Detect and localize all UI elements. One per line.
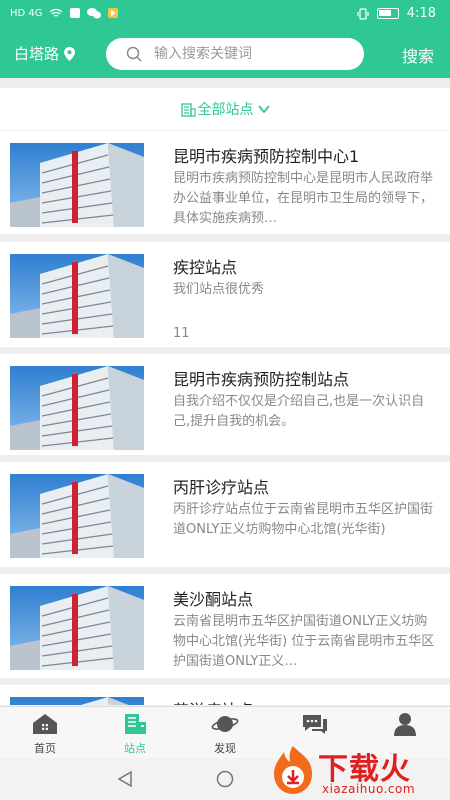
station-thumbnail <box>10 586 144 670</box>
station-card[interactable]: 疾控站点 我们站点很优秀 11 <box>0 242 450 347</box>
station-thumbnail <box>10 143 144 227</box>
tab-label: 发现 <box>214 742 236 755</box>
station-title: 昆明市疾病预防控制站点 <box>173 370 350 389</box>
search-button[interactable]: 搜索 <box>402 43 434 67</box>
station-title: 艾滋病站点 <box>173 697 253 705</box>
app-notification-icon <box>69 8 80 18</box>
vibrate-icon <box>357 7 369 20</box>
station-desc: 我们站点很优秀 <box>173 282 265 297</box>
header: 白塔路 搜索 <box>0 30 450 78</box>
station-icon <box>180 102 196 117</box>
network-indicator: HD 4G <box>10 7 43 19</box>
station-count: 11 <box>173 326 190 341</box>
search-box[interactable] <box>106 38 364 70</box>
chevron-down-icon <box>257 105 270 114</box>
station-title: 丙肝诊疗站点 <box>173 478 270 497</box>
status-icons-left: HD 4G <box>10 7 119 19</box>
search-input[interactable] <box>154 46 344 62</box>
station-title: 昆明市疾病预防控制中心1 <box>173 147 360 166</box>
wechat-icon <box>86 8 101 19</box>
wifi-icon <box>49 8 62 17</box>
play-notification-icon <box>107 8 118 18</box>
back-icon[interactable] <box>116 770 134 788</box>
watermark: 下载火 xiazaihuo.com <box>262 740 450 800</box>
station-card[interactable]: 美沙酮站点 云南省昆明市五华区护国街道ONLY正义坊购物中心北馆(光华街) 位于… <box>0 574 450 678</box>
station-title: 美沙酮站点 <box>173 590 254 609</box>
chat-icon <box>303 715 327 734</box>
watermark-url: xiazaihuo.com <box>322 782 416 796</box>
station-card[interactable]: 丙肝诊疗站点 丙肝诊疗站点位于云南省昆明市五华区护国街道ONLY正义坊购物中心北… <box>0 462 450 567</box>
user-icon <box>394 713 416 736</box>
flame-logo-icon <box>274 746 312 794</box>
tab-home[interactable]: 首页 <box>0 707 90 758</box>
search-icon <box>126 46 142 62</box>
location-pin-icon <box>64 46 76 61</box>
tab-label: 站点 <box>124 742 146 755</box>
station-card[interactable]: 昆明市疾病预防控制站点 自我介绍不仅仅是介绍自己,也是一次认识自己,提升自我的机… <box>0 354 450 455</box>
tab-stations[interactable]: 站点 <box>90 707 180 758</box>
location-selector[interactable]: 白塔路 <box>14 43 76 64</box>
battery-icon <box>376 8 399 19</box>
planet-icon <box>211 716 239 732</box>
station-thumbnail <box>10 474 144 558</box>
all-stations-dropdown[interactable]: 全部站点 <box>180 99 270 119</box>
tab-discover[interactable]: 发现 <box>180 707 270 758</box>
home-icon <box>33 714 57 734</box>
status-bar: HD 4G 4:18 <box>0 0 450 30</box>
home-nav-icon[interactable] <box>216 770 234 788</box>
station-card[interactable]: 昆明市疾病预防控制中心1 昆明市疾病预防控制中心是昆明市人民政府举办公益事业单位… <box>0 131 450 234</box>
status-time: 4:18 <box>406 6 436 21</box>
status-icons-right: 4:18 <box>357 6 436 21</box>
filter-bar: 全部站点 <box>0 88 450 130</box>
filter-label: 全部站点 <box>197 102 254 118</box>
station-thumbnail <box>10 366 144 450</box>
tab-label: 首页 <box>34 742 56 755</box>
station-desc: 丙肝诊疗站点位于云南省昆明市五华区护国街道ONLY正义坊购物中心北馆(光华街) <box>173 502 434 537</box>
station-desc: 云南省昆明市五华区护国街道ONLY正义坊购物中心北馆(光华街) 位于云南省昆明市… <box>173 614 435 669</box>
location-label: 白塔路 <box>14 45 60 63</box>
station-desc: 自我介绍不仅仅是介绍自己,也是一次认识自己,提升自我的机会。 <box>173 394 425 429</box>
station-desc: 昆明市疾病预防控制中心是昆明市人民政府举办公益事业单位，在昆明市卫生局的领导下，… <box>173 171 434 226</box>
station-title: 疾控站点 <box>173 258 238 277</box>
station-thumbnail <box>10 254 144 338</box>
station-thumbnail <box>10 697 144 705</box>
station-list: 昆明市疾病预防控制中心1 昆明市疾病预防控制中心是昆明市人民政府举办公益事业单位… <box>0 131 450 705</box>
station-card[interactable]: 艾滋病站点 <box>0 685 450 705</box>
station-icon <box>125 714 146 734</box>
